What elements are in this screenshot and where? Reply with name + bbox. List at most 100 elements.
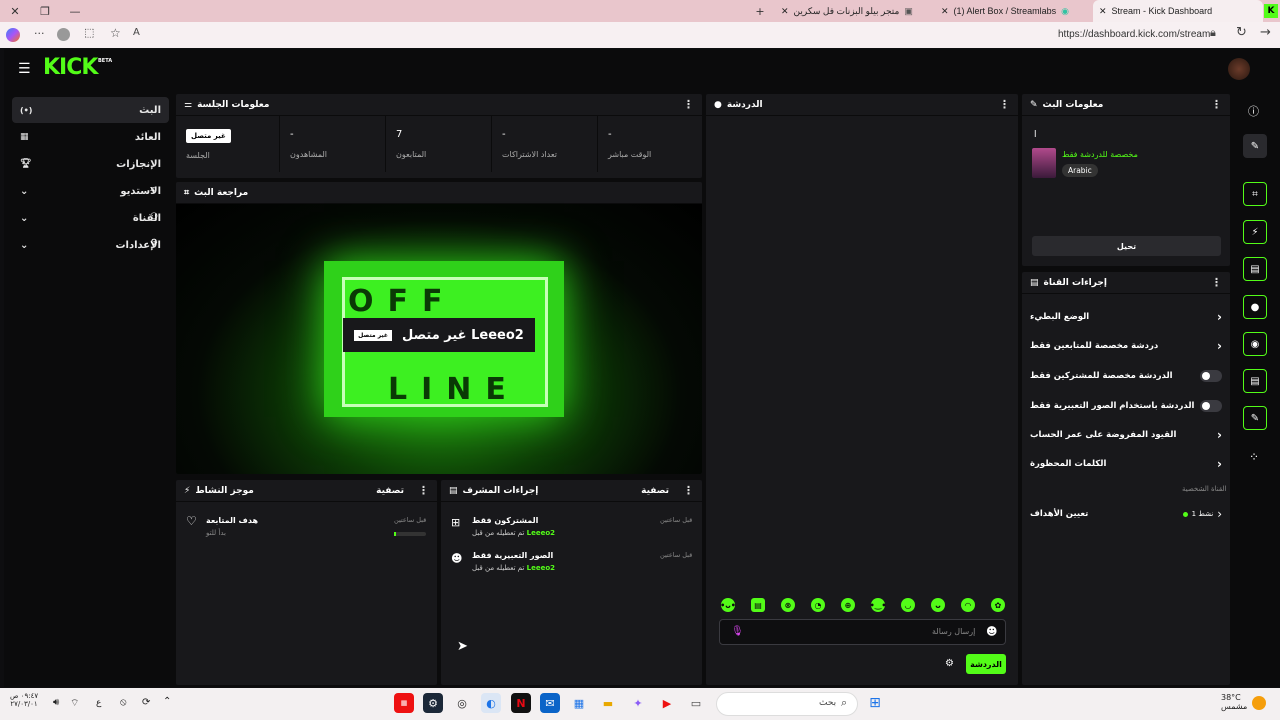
- taskbar-search[interactable]: 🦌︎ بحث ⌕: [716, 692, 858, 716]
- file-explorer-icon[interactable]: ▬: [598, 693, 618, 713]
- close-tab-icon[interactable]: ✕: [781, 6, 789, 17]
- menu-icon[interactable]: ☰: [18, 61, 31, 77]
- new-tab-icon[interactable]: +: [745, 0, 775, 22]
- action-followers-only[interactable]: دردشة مخصصة للمتابعين فقط ›: [1022, 335, 1230, 357]
- netflix-icon[interactable]: N: [511, 693, 531, 713]
- apps-icon[interactable]: ⁘: [1249, 450, 1259, 464]
- camera-icon[interactable]: ⌗: [1243, 182, 1267, 206]
- sun-icon: [1252, 696, 1266, 710]
- store-icon[interactable]: ▦: [569, 693, 589, 713]
- read-aloud-icon[interactable]: A: [133, 27, 140, 38]
- edit-button[interactable]: تحيل: [1032, 236, 1221, 256]
- wifi-icon[interactable]: ⌔: [70, 697, 79, 710]
- close-tab-icon[interactable]: ✕: [1099, 6, 1107, 17]
- edge-icon[interactable]: ◐: [481, 693, 501, 713]
- sidebar-item-settings[interactable]: ⌄ الإعدادات: [12, 232, 169, 258]
- youtube-icon[interactable]: ▶: [657, 693, 677, 713]
- profile-icon[interactable]: [57, 28, 70, 41]
- window-icon[interactable]: ▭: [686, 693, 706, 713]
- mod-item-sub: تم تعطيله من قبل Leeeo2: [472, 564, 555, 572]
- emote-icon[interactable]: ⊕: [841, 598, 855, 612]
- emote-icon[interactable]: •‿•: [870, 598, 886, 612]
- clock[interactable]: ٠٩:٤٧ ص ٢٧/٠٣/٠١: [10, 692, 38, 708]
- favorite-icon[interactable]: ☆: [110, 26, 121, 40]
- action-emotes-only: الدردشة باستخدام الصور التعبيرية فقط: [1022, 395, 1230, 417]
- gear-icon[interactable]: ⚙: [945, 658, 954, 669]
- sync-icon[interactable]: ⟳: [142, 697, 150, 708]
- emote-icon[interactable]: ᴗ: [931, 598, 945, 612]
- obs-icon[interactable]: ◎: [452, 693, 472, 713]
- refresh-icon[interactable]: ↻: [1236, 25, 1247, 40]
- sidebar-item-studio[interactable]: ⌄ الاستديو: [12, 178, 169, 204]
- sidebar-item-stream[interactable]: (•) البث: [12, 97, 169, 123]
- sidebar-item-achievements[interactable]: 🏆︎ الإنجازات: [12, 151, 169, 177]
- back-icon[interactable]: →: [1260, 25, 1271, 40]
- close-tab-icon[interactable]: ✕: [941, 6, 949, 17]
- language-indicator[interactable]: ع: [96, 698, 101, 708]
- steam-icon[interactable]: ⚙: [423, 693, 443, 713]
- tab-bello[interactable]: ✕ متجر بيلو البزنات فل سكرين ▣: [775, 0, 933, 22]
- kick-logo[interactable]: KICK: [43, 55, 98, 80]
- tab-kick-dashboard[interactable]: ✕ Stream - Kick Dashboard: [1093, 0, 1263, 22]
- emote-icon[interactable]: ✿: [991, 598, 1005, 612]
- start-icon[interactable]: ⊞: [865, 693, 885, 713]
- mod-icon[interactable]: ▤: [1243, 369, 1267, 393]
- more-icon[interactable]: ···: [34, 27, 45, 40]
- wrench-icon[interactable]: ✎: [1243, 406, 1267, 430]
- more-options-icon[interactable]: ⋮: [683, 484, 694, 497]
- emoji-picker-icon[interactable]: ☻: [986, 625, 997, 638]
- filter-button[interactable]: تصفية: [641, 486, 669, 496]
- more-options-icon[interactable]: ⋮: [999, 98, 1010, 111]
- emote-icon[interactable]: ◡: [901, 598, 915, 612]
- notifications-icon[interactable]: ⦸: [120, 697, 127, 708]
- weather-widget[interactable]: 38°C مشمس: [1221, 693, 1247, 711]
- url-field[interactable]: https://dashboard.kick.com/stream: [1058, 29, 1210, 40]
- outlook-icon[interactable]: ✉: [540, 693, 560, 713]
- overlay-text: غير متصل Leeeo2: [401, 327, 524, 343]
- collections-icon[interactable]: ⬚: [84, 26, 94, 39]
- stat-label: الوقت مباشر: [608, 150, 652, 159]
- close-window-icon[interactable]: ✕: [0, 0, 30, 22]
- volume-icon[interactable]: 🔊︎: [53, 697, 59, 708]
- avatar[interactable]: [1228, 58, 1250, 80]
- info-icon[interactable]: ⓘ: [1248, 103, 1259, 119]
- action-set-goals[interactable]: تعيين الأهداف نشط 1 ›: [1022, 503, 1230, 525]
- category-link[interactable]: مخصصة للدردشة فقط: [1062, 150, 1138, 159]
- more-options-icon[interactable]: ⋮: [683, 98, 694, 111]
- emote-icon[interactable]: •ᴗ•: [720, 598, 736, 612]
- action-banned-words[interactable]: الكلمات المحظورة ›: [1022, 453, 1230, 475]
- chat-input[interactable]: 🎙︎ إرسال رسالة ☻: [719, 619, 1006, 645]
- mod-user-link[interactable]: Leeeo2: [527, 529, 555, 537]
- filter-button[interactable]: تصفية: [376, 486, 404, 496]
- subscribers-only-toggle[interactable]: [1200, 370, 1222, 382]
- emote-icon[interactable]: ⊗: [781, 598, 795, 612]
- emotes-only-toggle[interactable]: [1200, 400, 1222, 412]
- chevron-up-icon[interactable]: ⌃: [163, 696, 171, 707]
- copilot-icon[interactable]: [6, 28, 20, 42]
- copilot-app-icon[interactable]: ✦: [628, 693, 648, 713]
- action-slow-mode[interactable]: الوضع البطيء ›: [1022, 306, 1230, 328]
- document-icon[interactable]: ▤: [1243, 257, 1267, 281]
- edit-layout-icon[interactable]: ✎: [1243, 134, 1267, 158]
- tab-streamlabs[interactable]: ✕ (1) Alert Box / Streamlabs ◉: [935, 0, 1093, 22]
- sidebar-item-revenue[interactable]: ▦ العائد: [12, 124, 169, 150]
- broadcast-icon[interactable]: ◉: [1243, 332, 1267, 356]
- emote-icon[interactable]: ◠: [961, 598, 975, 612]
- send-chat-button[interactable]: الدردشة: [966, 654, 1006, 674]
- more-options-icon[interactable]: ⋮: [1211, 98, 1222, 111]
- bolt-icon[interactable]: ⚡︎: [1243, 220, 1267, 244]
- mod-item-title: الصور التعبيرية فقط: [472, 551, 554, 560]
- emote-icon[interactable]: ◔: [811, 598, 825, 612]
- microphone-icon[interactable]: 🎙︎: [731, 626, 744, 637]
- app-icon[interactable]: ▦: [394, 693, 414, 713]
- more-options-icon[interactable]: ⋮: [1211, 276, 1222, 289]
- chat-bubble-icon[interactable]: ●: [1243, 295, 1267, 319]
- mod-user-link[interactable]: Leeeo2: [527, 564, 555, 572]
- emote-icon[interactable]: ▤: [751, 598, 765, 612]
- tab-title: Stream - Kick Dashboard: [1111, 6, 1213, 16]
- sidebar-item-channel[interactable]: ⌄ القناة: [12, 205, 169, 231]
- restore-window-icon[interactable]: ❐: [30, 0, 60, 22]
- more-options-icon[interactable]: ⋮: [418, 484, 429, 497]
- action-account-age[interactable]: القيود المفروضة على عمر الحساب ›: [1022, 424, 1230, 446]
- minimize-window-icon[interactable]: —: [60, 0, 90, 22]
